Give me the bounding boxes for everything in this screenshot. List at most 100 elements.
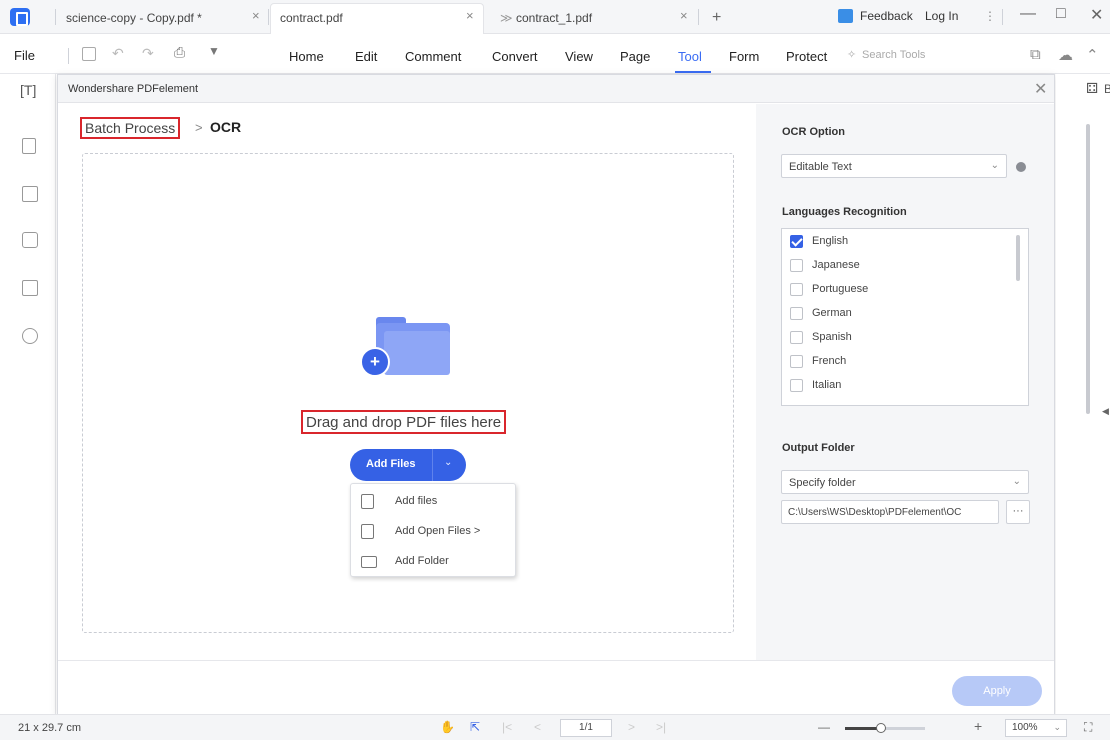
scrollbar[interactable]: [1086, 124, 1090, 414]
batch-icon[interactable]: ⚃: [1086, 80, 1098, 97]
bookmark-icon[interactable]: [22, 186, 38, 202]
print-icon[interactable]: ⎙: [174, 44, 185, 61]
menu-convert[interactable]: Convert: [492, 49, 538, 64]
checkbox[interactable]: [790, 259, 803, 272]
file-menu[interactable]: File: [14, 48, 35, 63]
batch-ocr-dialog: Wondershare PDFelement ✕ Batch Process >…: [57, 74, 1055, 714]
tab-contract[interactable]: contract.pdf: [280, 8, 343, 28]
select-tool-icon[interactable]: ⇱: [470, 720, 480, 734]
app-logo-icon: [10, 8, 30, 26]
attachment-icon[interactable]: [22, 280, 38, 296]
output-folder-heading: Output Folder: [782, 442, 855, 454]
checkbox[interactable]: [790, 379, 803, 392]
menu-form[interactable]: Form: [729, 49, 759, 64]
minimize-button[interactable]: —: [1020, 5, 1036, 23]
expand-arrow-icon[interactable]: ◀: [1102, 406, 1109, 417]
checkbox[interactable]: [790, 331, 803, 344]
last-page-icon[interactable]: >|: [656, 720, 666, 734]
chevron-down-icon: ⌄: [1053, 722, 1061, 732]
link-icon: ≫: [500, 11, 513, 25]
zoom-slider[interactable]: [845, 723, 925, 733]
quick-access-dropdown-icon[interactable]: ▼: [208, 44, 220, 58]
menu-edit[interactable]: Edit: [355, 49, 377, 64]
add-files-button[interactable]: Add Files ⌄: [350, 449, 466, 481]
checkbox[interactable]: [790, 235, 803, 248]
scrollbar[interactable]: [1016, 235, 1020, 281]
dialog-title: Wondershare PDFelement: [68, 83, 199, 95]
ocr-option-select[interactable]: Editable Text ⌄: [781, 154, 1007, 178]
menu-item-label: Add files: [395, 495, 438, 507]
menu-item-label: Add Folder: [395, 555, 449, 567]
drop-hint-text: Drag and drop PDF files here: [301, 410, 507, 434]
status-bar: 21 x 29.7 cm ✋ ⇱ |< < 1/1 > >| — + 100% …: [0, 714, 1110, 740]
zoom-in-icon[interactable]: +: [974, 718, 982, 734]
menu-item-add-files[interactable]: Add files: [351, 488, 515, 516]
tab-contract-1[interactable]: contract_1.pdf: [516, 8, 592, 28]
tab-close-icon[interactable]: ×: [252, 8, 260, 23]
menu-item-add-open-files[interactable]: Add Open Files >: [351, 518, 515, 546]
cloud-icon[interactable]: ☁: [1058, 46, 1073, 64]
search-tools-input[interactable]: Search Tools: [862, 49, 925, 61]
page-indicator[interactable]: 1/1: [560, 719, 612, 737]
add-icon: +: [360, 347, 390, 377]
output-folder-value: Specify folder: [789, 477, 856, 489]
breadcrumb-batch-process[interactable]: Batch Process: [80, 117, 181, 139]
menu-comment[interactable]: Comment: [405, 49, 461, 64]
restore-button[interactable]: □: [1056, 5, 1066, 23]
dialog-footer: Apply: [58, 660, 1054, 714]
browse-button[interactable]: ···: [1006, 500, 1030, 524]
ocr-options-panel: OCR Option Editable Text ⌄ Languages Rec…: [756, 104, 1054, 660]
menu-home[interactable]: Home: [289, 49, 324, 64]
checkbox[interactable]: [790, 307, 803, 320]
thumbnails-icon[interactable]: [22, 138, 36, 154]
search-tools-icon: ✧: [847, 49, 857, 61]
menu-view[interactable]: View: [565, 49, 593, 64]
prev-page-icon[interactable]: <: [534, 720, 541, 734]
breadcrumb-separator: >: [195, 120, 203, 135]
menu-tool[interactable]: Tool: [678, 49, 702, 64]
menu-item-label: Add Open Files >: [395, 525, 481, 537]
divider: [1002, 9, 1003, 25]
login-link[interactable]: Log In: [925, 9, 958, 23]
batch-label[interactable]: Ba: [1104, 82, 1110, 96]
checkbox[interactable]: [790, 283, 803, 296]
tab-science-copy[interactable]: science-copy - Copy.pdf *: [66, 8, 202, 28]
next-page-icon[interactable]: >: [628, 720, 635, 734]
title-bar: science-copy - Copy.pdf * × contract.pdf…: [0, 0, 1110, 34]
close-window-button[interactable]: ✕: [1090, 5, 1103, 25]
language-label: Portuguese: [812, 283, 869, 295]
language-label: German: [812, 307, 852, 319]
tab-close-icon[interactable]: ×: [680, 8, 688, 23]
undo-icon[interactable]: ↶: [112, 45, 124, 62]
dialog-close-icon[interactable]: ✕: [1034, 79, 1047, 99]
ocr-option-value: Editable Text: [789, 161, 852, 173]
comment-icon[interactable]: [22, 232, 38, 248]
feedback-link[interactable]: Feedback: [860, 9, 913, 23]
collapse-ribbon-icon[interactable]: ⌃: [1086, 46, 1099, 64]
new-tab-button[interactable]: +: [712, 8, 721, 28]
hand-tool-icon[interactable]: ✋: [440, 720, 455, 734]
output-path-field[interactable]: C:\Users\WS\Desktop\PDFelement\OC: [781, 500, 999, 524]
output-folder-select[interactable]: Specify folder ⌄: [781, 470, 1029, 494]
zoom-out-icon[interactable]: —: [818, 720, 830, 734]
menu-page[interactable]: Page: [620, 49, 650, 64]
search-icon[interactable]: [22, 328, 38, 344]
text-tool-icon[interactable]: [T]: [20, 82, 36, 98]
info-icon[interactable]: [1016, 162, 1026, 172]
languages-list: English Japanese Portuguese German Spani…: [781, 228, 1029, 406]
fit-page-icon[interactable]: ⛶: [1084, 720, 1092, 735]
checkbox[interactable]: [790, 355, 803, 368]
tab-close-icon[interactable]: ×: [466, 8, 474, 23]
menu-protect[interactable]: Protect: [786, 49, 827, 64]
zoom-select[interactable]: 100% ⌄: [1005, 719, 1067, 737]
chevron-down-icon[interactable]: ⌄: [444, 457, 452, 468]
more-icon[interactable]: ⋮: [984, 9, 996, 23]
first-page-icon[interactable]: |<: [502, 720, 512, 734]
active-tab-indicator: [675, 71, 711, 73]
apply-button[interactable]: Apply: [952, 676, 1042, 706]
redo-icon[interactable]: ↷: [142, 45, 154, 62]
share-icon[interactable]: ⧉: [1030, 46, 1041, 63]
menu-item-add-folder[interactable]: Add Folder: [351, 548, 515, 576]
save-icon[interactable]: [82, 47, 96, 61]
zoom-slider-thumb[interactable]: [876, 723, 886, 733]
